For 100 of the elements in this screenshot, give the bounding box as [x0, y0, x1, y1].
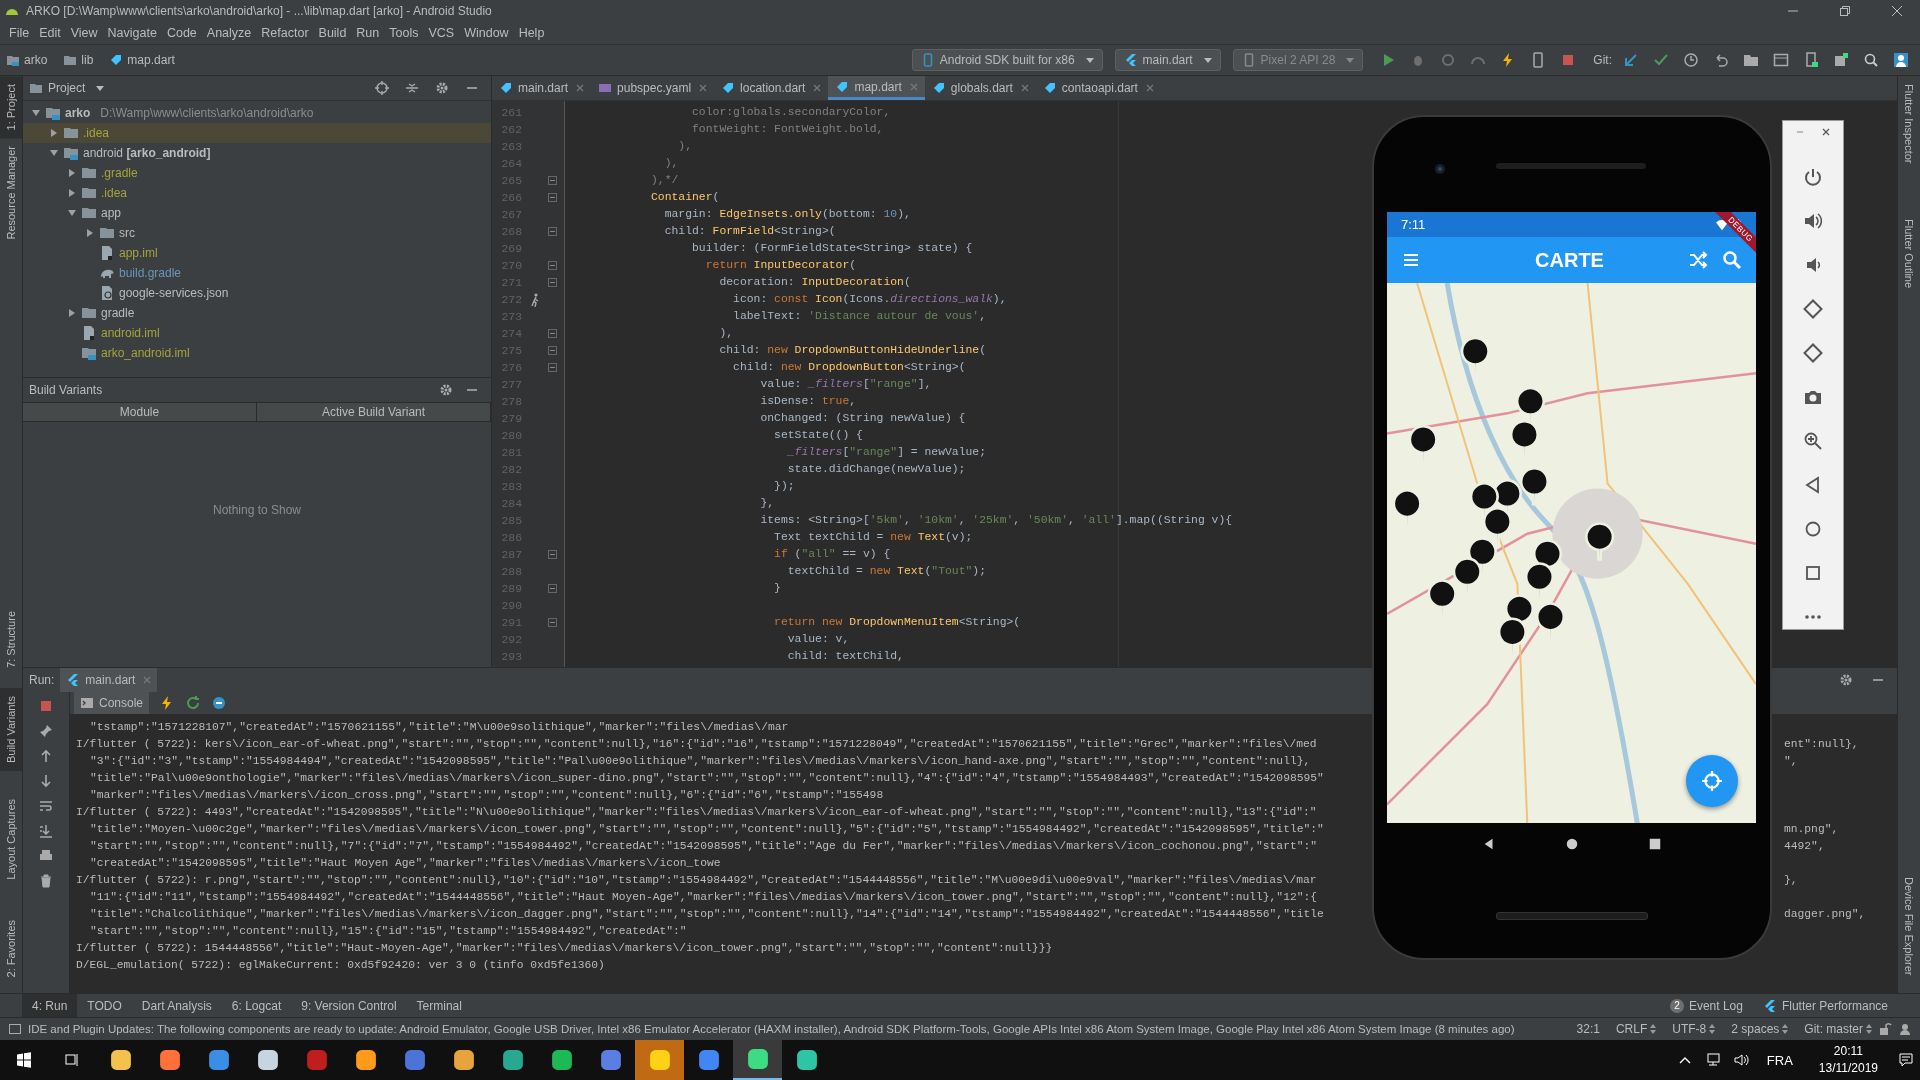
menu-item[interactable]: Build — [313, 26, 352, 40]
tool-window-tab[interactable]: 1: Project — [0, 76, 22, 139]
editor-tab[interactable]: contaoapi.dart — [1035, 76, 1161, 100]
search-icon[interactable] — [1863, 52, 1879, 68]
pin-icon[interactable] — [38, 723, 54, 739]
network-icon[interactable] — [1704, 1052, 1721, 1068]
map-drawing[interactable] — [1387, 283, 1756, 823]
tree-item[interactable]: google-services.json — [23, 283, 491, 303]
breadcrumb[interactable]: arko — [6, 53, 48, 67]
menu-item[interactable]: Analyze — [201, 26, 257, 40]
fold-marker-icon[interactable] — [547, 584, 557, 593]
collapse-icon[interactable] — [405, 81, 419, 95]
tree-item[interactable]: gradle — [23, 303, 491, 323]
status-item[interactable]: 32:1 — [1576, 1022, 1600, 1036]
stop-icon[interactable] — [38, 698, 54, 714]
scroll-end-icon[interactable] — [38, 823, 54, 839]
editor-tab[interactable]: location.dart — [714, 76, 829, 100]
tree-item[interactable]: build.gradle — [23, 263, 491, 283]
tool-tab[interactable]: 9: Version Control — [291, 994, 407, 1017]
console-tab[interactable]: Console — [74, 692, 150, 714]
menu-item[interactable]: File — [4, 26, 35, 40]
close-icon[interactable] — [1821, 127, 1831, 137]
tool-tab[interactable]: 6: Logcat — [221, 994, 292, 1017]
tool-window-tab[interactable]: Flutter Outline — [1898, 211, 1920, 297]
tree-item[interactable]: src — [23, 223, 491, 243]
fold-marker-icon[interactable] — [547, 278, 557, 287]
fold-marker-icon[interactable] — [547, 346, 557, 355]
status-item[interactable]: 2 spaces — [1731, 1022, 1789, 1036]
fold-marker-icon[interactable] — [547, 329, 557, 338]
volume-up-icon[interactable] — [1803, 211, 1823, 231]
tree-item[interactable]: app — [23, 203, 491, 223]
project-view-dropdown[interactable]: Project — [29, 81, 105, 95]
editor-tab[interactable]: globals.dart — [924, 76, 1036, 100]
expand-arrow-icon[interactable] — [49, 128, 59, 138]
clock-icon[interactable] — [1683, 52, 1699, 68]
power-icon[interactable] — [1803, 167, 1823, 187]
menu-item[interactable]: Edit — [34, 26, 66, 40]
column-header[interactable]: Active Build Variant — [257, 403, 491, 421]
tool-window-tab[interactable]: Device File Explorer — [1898, 868, 1920, 983]
status-item[interactable]: CRLF — [1615, 1022, 1657, 1036]
zoom-icon[interactable] — [1803, 431, 1823, 451]
fold-marker-icon[interactable] — [547, 618, 557, 627]
device-dropdown[interactable]: Android SDK built for x86 — [911, 49, 1103, 71]
tree-item[interactable]: android [arko_android] — [23, 143, 491, 163]
tool-window-tab[interactable]: Resource Manager — [0, 138, 22, 249]
undo-icon[interactable] — [1713, 52, 1729, 68]
menu-item[interactable]: Tools — [384, 26, 424, 40]
run-config-dropdown[interactable]: main.dart — [1114, 49, 1221, 71]
expand-arrow-icon[interactable] — [49, 148, 59, 158]
task-view-icon[interactable] — [64, 1052, 80, 1068]
tool-tab[interactable]: 2 Event Log — [1659, 994, 1753, 1017]
close-icon[interactable] — [1891, 5, 1903, 17]
lock-icon[interactable] — [1878, 1022, 1892, 1036]
trash-icon[interactable] — [38, 873, 54, 889]
settings-icon[interactable] — [439, 383, 453, 397]
menu-item[interactable]: VCS — [423, 26, 460, 40]
volume-icon[interactable] — [1732, 1052, 1749, 1068]
tool-tab[interactable]: Terminal — [406, 994, 472, 1017]
fold-marker-icon[interactable] — [547, 227, 557, 236]
fold-marker-icon[interactable] — [547, 193, 557, 202]
tool-tab[interactable]: TODO — [77, 994, 132, 1017]
status-item[interactable]: UTF-8 — [1672, 1022, 1716, 1036]
expand-arrow-icon[interactable] — [85, 228, 95, 238]
expand-arrow-icon[interactable] — [67, 168, 77, 178]
expand-arrow-icon[interactable] — [67, 208, 77, 218]
menu-item[interactable]: Window — [459, 26, 514, 40]
shuffle-icon[interactable] — [1688, 250, 1708, 270]
editor-tab[interactable]: map.dart — [828, 76, 925, 100]
notification-icon[interactable] — [1898, 1052, 1914, 1068]
settings-icon[interactable] — [1839, 673, 1853, 687]
search-icon[interactable] — [1722, 250, 1742, 270]
arrow-down-icon[interactable] — [38, 773, 54, 789]
menu-item[interactable]: Help — [513, 26, 550, 40]
tree-item[interactable]: .idea — [23, 123, 491, 143]
tree-item[interactable]: app.iml — [23, 243, 491, 263]
expand-arrow-icon[interactable] — [31, 108, 41, 118]
tree-item[interactable]: arko D:\Wamp\www\clients\arko\android\arko — [23, 103, 491, 123]
tool-tab[interactable]: 4: Run — [22, 994, 78, 1017]
expand-arrow-icon[interactable] — [67, 308, 77, 318]
menu-item[interactable]: View — [65, 26, 103, 40]
fold-marker-icon[interactable] — [547, 550, 557, 559]
windows-logo-icon[interactable] — [16, 1052, 32, 1068]
tool-window-tab[interactable]: Flutter Inspector — [1898, 76, 1920, 172]
clock[interactable]: 20:11 13/11/2019 — [1818, 1043, 1878, 1077]
run-tab[interactable]: main.dart — [60, 668, 158, 692]
breadcrumb[interactable]: map.dart — [109, 53, 175, 67]
expand-arrow-icon[interactable] — [67, 188, 77, 198]
editor-tab[interactable]: pubspec.yaml — [591, 76, 715, 100]
window-icon[interactable] — [1773, 52, 1789, 68]
tool-tab[interactable]: Dart Analysis — [131, 994, 222, 1017]
update-arrow-icon[interactable] — [1623, 52, 1639, 68]
inspector-icon[interactable] — [1898, 1022, 1912, 1036]
menu-item[interactable]: Run — [351, 26, 385, 40]
fold-marker-icon[interactable] — [547, 176, 557, 185]
tool-tab[interactable]: Flutter Performance — [1752, 994, 1898, 1017]
menu-item[interactable]: Code — [161, 26, 202, 40]
fold-marker-icon[interactable] — [547, 363, 557, 372]
fold-marker-icon[interactable] — [547, 261, 557, 270]
tree-item[interactable]: android.iml — [23, 323, 491, 343]
tool-window-tab[interactable]: Build Variants — [0, 687, 22, 771]
